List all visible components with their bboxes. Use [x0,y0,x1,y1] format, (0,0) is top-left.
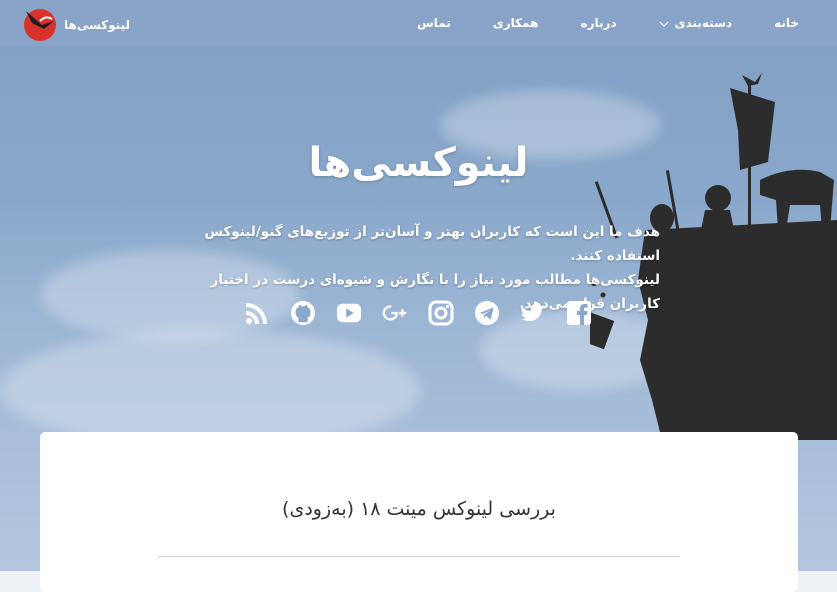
post-card: بررسی لینوکس مینت ۱۸ (به‌زودی) [40,432,798,592]
nav-contact[interactable]: تماس [417,16,451,30]
nav-collaborate[interactable]: همکاری [493,16,539,30]
tagline-line-1: هدف ما این است که کاربران بهتر و آسان‌تر… [204,224,660,264]
brand-link[interactable]: لینوکسی‌ها [22,5,130,45]
nav-contact-label: تماس [417,16,451,30]
navbar: خانه دسته‌بندی درباره همکاری تماس لینوکس… [0,0,837,46]
twitter-icon[interactable] [520,298,546,328]
nav-about[interactable]: درباره [581,16,617,30]
nav-collaborate-label: همکاری [492,16,539,30]
post-title[interactable]: بررسی لینوکس مینت ۱۸ (به‌زودی) [40,498,798,520]
google-plus-icon[interactable] [382,298,408,328]
social-links [244,298,592,328]
youtube-icon[interactable] [336,298,362,328]
instagram-icon[interactable] [428,298,454,328]
telegram-icon[interactable] [474,298,500,328]
hero-title: لینوکسی‌ها [308,140,529,186]
chevron-down-icon [659,16,669,30]
nav-categories-label: دسته‌بندی [674,16,733,30]
nav-about-label: درباره [580,16,617,30]
nav-home-label: خانه [774,16,799,30]
rss-icon[interactable] [244,298,270,328]
nav-home[interactable]: خانه [774,16,799,30]
divider [158,556,680,557]
nav-categories[interactable]: دسته‌بندی [659,16,732,30]
site-logo [22,5,58,45]
facebook-icon[interactable] [566,298,592,328]
nav-menu: خانه دسته‌بندی درباره همکاری تماس [417,0,799,46]
brand-name: لینوکسی‌ها [64,18,130,32]
github-icon[interactable] [290,298,316,328]
